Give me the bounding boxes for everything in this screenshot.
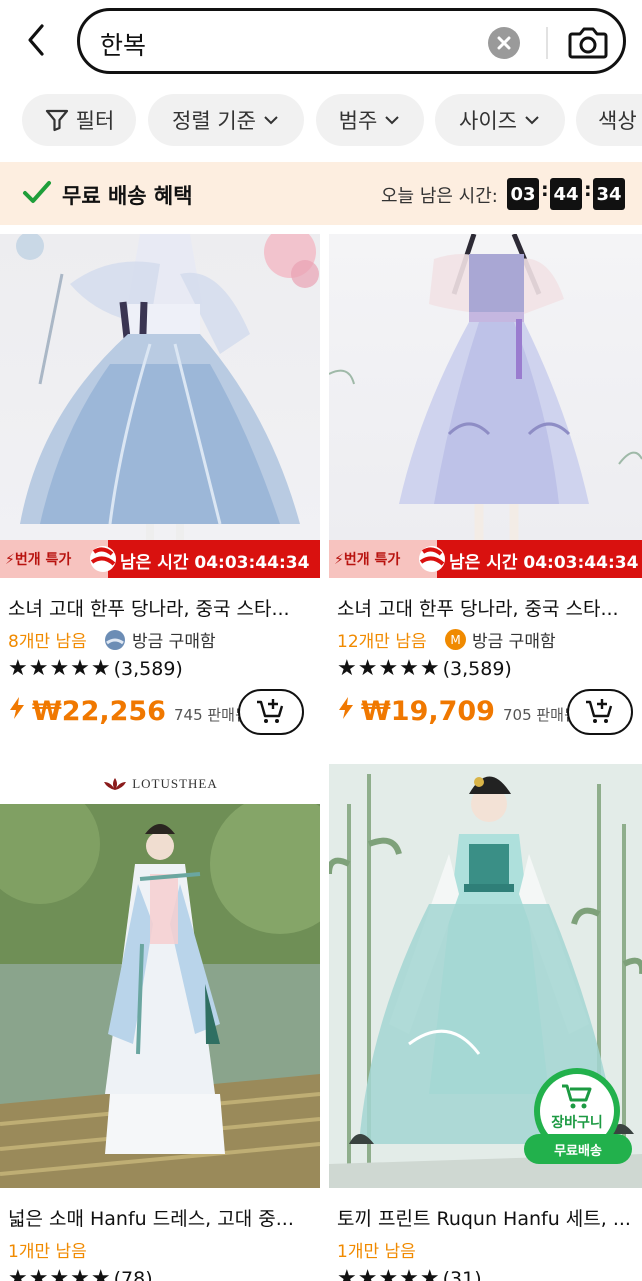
product-card[interactable]: LOTUSTHEA 넓은 소매 Hanfu 드레스, 고대 중... 1개만 남…: [0, 764, 320, 1281]
price: ₩22,256: [32, 696, 166, 727]
cart-plus-icon: [586, 699, 613, 723]
free-shipping-bar: 무료 배송 혜택 오늘 남은 시간: 03 : 44 : 34: [0, 162, 642, 225]
stock-text: 8개만 남음: [8, 632, 87, 652]
size-chip[interactable]: 사이즈: [435, 94, 565, 146]
product-title[interactable]: 소녀 고대 한푸 당나라, 중국 스타...: [337, 594, 619, 621]
search-divider: [546, 27, 548, 59]
brand-name: LOTUSTHEA: [132, 776, 218, 791]
timer-colon: :: [541, 179, 549, 201]
filter-bar: 필터 정렬 기준 범주 사이즈 색상: [0, 94, 642, 148]
filter-chip[interactable]: 필터: [22, 94, 136, 146]
checkmark-icon: [22, 179, 52, 207]
candy-icon: [90, 546, 116, 572]
product-title[interactable]: 소녀 고대 한푸 당나라, 중국 스타...: [8, 594, 290, 621]
product-image[interactable]: LOTUSTHEA: [0, 764, 320, 1188]
search-header: 한복: [0, 0, 642, 82]
star-icon: ★★★★★: [337, 656, 441, 681]
chevron-down-icon: [264, 116, 278, 125]
rating-count: (3,589): [113, 657, 183, 680]
product-card[interactable]: ⚡번개 특가 남은 시간 04:03:44:34 소녀 고대 한푸 당나라, 중…: [329, 234, 642, 744]
product-image[interactable]: [329, 234, 642, 540]
star-rating: ★★★★★ (78): [8, 1266, 153, 1281]
back-arrow-icon[interactable]: [22, 22, 52, 58]
star-rating: ★★★★★ (3,589): [8, 656, 183, 681]
rating-count: (31): [442, 1267, 482, 1281]
size-chip-label: 사이즈: [459, 109, 517, 133]
deal-timer: 남은 시간 04:03:44:34: [120, 553, 310, 573]
free-shipping-badge: 무료배송: [524, 1134, 632, 1164]
deal-timer: 남은 시간 04:03:44:34: [449, 553, 639, 573]
chevron-down-icon: [385, 116, 400, 125]
recent-buyer: M 방금 구매함: [445, 627, 556, 652]
timer-seconds: 34: [593, 178, 625, 210]
stock-text: 1개만 남음: [8, 1242, 87, 1262]
timer-minutes: 44: [550, 178, 582, 210]
cart-label: 장바구니: [551, 1115, 603, 1131]
cart-icon: [562, 1084, 592, 1109]
price-row: ₩22,256 745 판매됨: [8, 696, 249, 727]
flash-deal-banner: ⚡번개 특가 남은 시간 04:03:44:34: [329, 540, 642, 578]
recent-buyer: 방금 구매함: [104, 627, 216, 652]
star-icon: ★★★★★: [8, 1266, 112, 1281]
clear-search-icon[interactable]: [488, 27, 520, 59]
lotus-logo-icon: [104, 778, 127, 790]
rating-count: (3,589): [442, 657, 512, 680]
candy-icon: [419, 546, 445, 572]
timer-colon: :: [584, 179, 592, 201]
avatar: [105, 629, 125, 650]
rating-count: (78): [113, 1267, 153, 1281]
star-rating: ★★★★★ (3,589): [337, 656, 512, 681]
search-box[interactable]: 한복: [77, 8, 626, 74]
timer-label: 오늘 남은 시간:: [381, 186, 498, 207]
brand-header: LOTUSTHEA: [0, 764, 320, 804]
search-input[interactable]: 한복: [100, 26, 146, 62]
stock-text: 1개만 남음: [337, 1242, 416, 1262]
filter-chip-label: 필터: [75, 109, 115, 133]
cart-plus-icon: [257, 699, 284, 723]
price: ₩19,709: [361, 696, 495, 727]
lightning-icon: [10, 697, 24, 719]
product-card[interactable]: 토끼 프린트 Ruqun Hanfu 세트, ... 1개만 남음 ★★★★★ …: [329, 764, 642, 1281]
buyer-text: 방금 구매함: [472, 632, 556, 652]
product-image[interactable]: [0, 234, 320, 540]
lightning-icon: [339, 697, 353, 719]
star-icon: ★★★★★: [337, 1266, 441, 1281]
color-chip[interactable]: 색상: [576, 94, 642, 146]
chevron-down-icon: [525, 116, 539, 125]
category-chip[interactable]: 범주: [316, 94, 424, 146]
star-rating: ★★★★★ (31): [337, 1266, 482, 1281]
sort-chip-label: 정렬 기준: [172, 109, 256, 133]
buyer-text: 방금 구매함: [132, 632, 216, 652]
sort-chip[interactable]: 정렬 기준: [148, 94, 304, 146]
stock-text: 12개만 남음: [337, 632, 427, 652]
timer-hours: 03: [507, 178, 539, 210]
funnel-icon: [45, 109, 68, 132]
product-title[interactable]: 넓은 소매 Hanfu 드레스, 고대 중...: [8, 1204, 294, 1231]
price-row: ₩19,709 705 판매됨: [337, 696, 578, 727]
free-shipping-label: 무료 배송 혜택: [62, 184, 193, 208]
category-chip-label: 범주: [338, 109, 378, 133]
add-to-cart-button[interactable]: [567, 689, 633, 735]
floating-cart-button[interactable]: 장바구니 무료배송: [522, 1068, 634, 1166]
star-icon: ★★★★★: [8, 656, 112, 681]
product-card[interactable]: ⚡번개 특가 남은 시간 04:03:44:34 소녀 고대 한푸 당나라, 중…: [0, 234, 320, 744]
add-to-cart-button[interactable]: [238, 689, 304, 735]
buyer-avatar: M: [445, 629, 466, 650]
product-title[interactable]: 토끼 프린트 Ruqun Hanfu 세트, ...: [337, 1204, 631, 1231]
camera-search-icon[interactable]: [567, 22, 609, 62]
flash-deal-banner: ⚡번개 특가 남은 시간 04:03:44:34: [0, 540, 320, 578]
color-chip-label: 색상: [598, 109, 637, 133]
